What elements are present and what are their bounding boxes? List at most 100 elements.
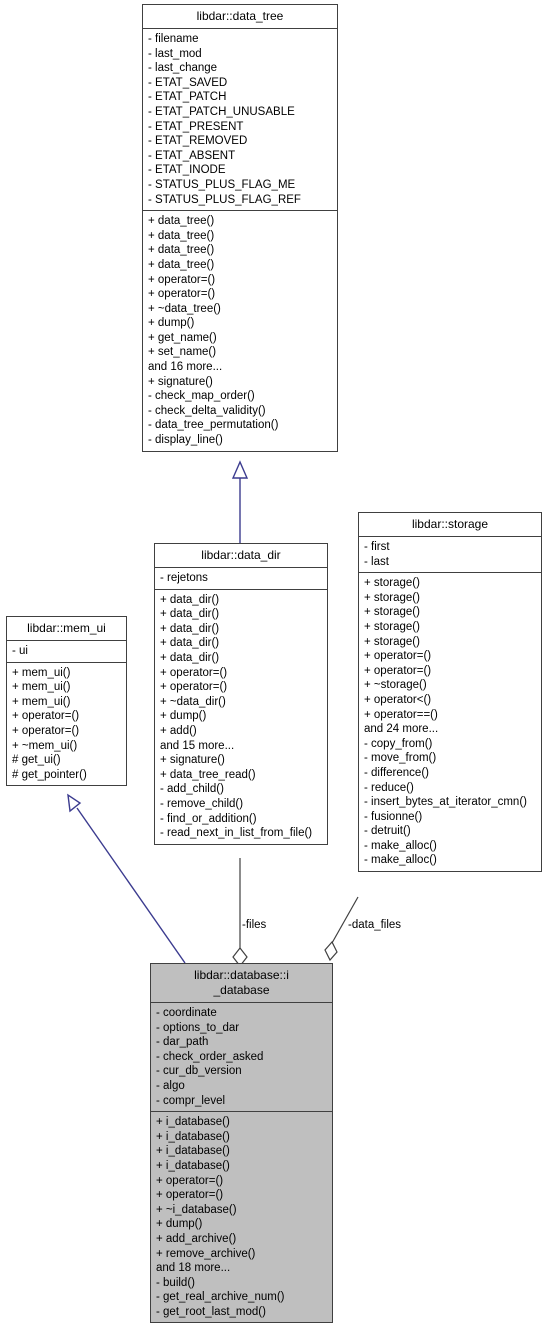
- attribute: - check_order_asked: [156, 1050, 264, 1063]
- operation: + dump(): [156, 1218, 203, 1231]
- operation: + ~data_dir(): [160, 695, 226, 708]
- class-box-i-database[interactable]: libdar::database::i _database - coordina…: [150, 963, 333, 1324]
- operation: - insert_bytes_at_iterator_cmn(): [364, 796, 527, 809]
- attribute: - last_change: [148, 62, 218, 75]
- operation: + operator=(): [160, 666, 228, 679]
- operation: + data_dir(): [160, 593, 220, 606]
- operation-more: and 24 more...: [364, 723, 439, 736]
- operation: + operator=(): [148, 288, 216, 301]
- class-title-storage: libdar::storage: [359, 513, 541, 537]
- operation: - move_from(): [364, 752, 437, 765]
- operation: + data_dir(): [160, 651, 220, 664]
- attribute: - ETAT_PRESENT: [148, 120, 244, 133]
- operation: + ~mem_ui(): [12, 739, 78, 752]
- edge-label-data-files: -data_files: [348, 919, 402, 931]
- operation-more: and 15 more...: [160, 739, 235, 752]
- operation: # get_pointer(): [12, 768, 87, 781]
- operation: - remove_child(): [160, 797, 244, 810]
- class-title-i-database: libdar::database::i _database: [151, 964, 332, 1003]
- attribute: - algo: [156, 1079, 185, 1092]
- class-attributes-storage: - first - last: [359, 537, 541, 574]
- operation: - get_real_archive_num(): [156, 1291, 285, 1304]
- class-attributes-data-tree: - filename - last_mod - last_change - ET…: [143, 29, 337, 212]
- inheritance-data_dir-to-data_tree: [231, 460, 249, 543]
- operation: + storage(): [364, 577, 420, 590]
- aggregation-files-data_dir-to-i_database: [232, 858, 248, 967]
- operation: + signature(): [160, 754, 225, 767]
- operation: + operator=(): [364, 664, 432, 677]
- operation: - add_child(): [160, 783, 224, 796]
- attribute: - ETAT_PATCH: [148, 91, 227, 104]
- operation: + i_database(): [156, 1159, 230, 1172]
- operation: + dump(): [160, 710, 207, 723]
- operation: + data_tree(): [148, 244, 215, 257]
- operation: + data_dir(): [160, 637, 220, 650]
- operation: + ~i_database(): [156, 1203, 237, 1216]
- operation: + mem_ui(): [12, 695, 71, 708]
- operation: + i_database(): [156, 1145, 230, 1158]
- operation: - build(): [156, 1276, 195, 1289]
- operation: - read_next_in_list_from_file(): [160, 827, 313, 840]
- class-attributes-i-database: - coordinate - options_to_dar - dar_path…: [151, 1003, 332, 1113]
- operation: + data_dir(): [160, 622, 220, 635]
- attribute: - options_to_dar: [156, 1021, 240, 1034]
- class-operations-mem-ui: + mem_ui() + mem_ui() + mem_ui() + opera…: [7, 663, 126, 786]
- operation: + data_tree(): [148, 258, 215, 271]
- operation: + storage(): [364, 606, 420, 619]
- class-operations-i-database: + i_database() + i_database() + i_databa…: [151, 1112, 332, 1322]
- operation: + storage(): [364, 591, 420, 604]
- attribute: - ETAT_ABSENT: [148, 149, 236, 162]
- operation: + data_dir(): [160, 608, 220, 621]
- operation-more: and 16 more...: [148, 361, 223, 374]
- class-box-storage[interactable]: libdar::storage - first - last + storage…: [358, 512, 542, 873]
- operation: + operator=(): [12, 724, 80, 737]
- attribute: - ui: [12, 645, 28, 657]
- class-operations-data-dir: + data_dir() + data_dir() + data_dir() +…: [155, 590, 327, 844]
- class-title-data-tree: libdar::data_tree: [143, 5, 337, 29]
- operation: + mem_ui(): [12, 681, 71, 694]
- attribute: - last_mod: [148, 47, 202, 60]
- class-box-data-dir[interactable]: libdar::data_dir - rejetons + data_dir()…: [154, 543, 328, 845]
- attribute: - ETAT_PATCH_UNUSABLE: [148, 105, 295, 118]
- operation: - reduce(): [364, 781, 414, 794]
- operation: + set_name(): [148, 346, 217, 359]
- operation: + ~storage(): [364, 679, 427, 692]
- operation: - make_alloc(): [364, 854, 437, 867]
- operation: + data_tree_read(): [160, 768, 256, 781]
- operation: - get_root_last_mod(): [156, 1305, 266, 1318]
- operation-more: and 18 more...: [156, 1262, 231, 1275]
- attribute: - ETAT_INODE: [148, 164, 226, 177]
- operation: - display_line(): [148, 434, 223, 447]
- class-box-data-tree[interactable]: libdar::data_tree - filename - last_mod …: [142, 4, 338, 452]
- attribute: - cur_db_version: [156, 1065, 242, 1078]
- operation: + operator<(): [364, 693, 432, 706]
- operation: + i_database(): [156, 1130, 230, 1143]
- operation: + add(): [160, 724, 197, 737]
- attribute: - filename: [148, 33, 199, 45]
- class-title-data-dir: libdar::data_dir: [155, 544, 327, 568]
- attribute: - ETAT_SAVED: [148, 76, 228, 89]
- operation: + operator=(): [364, 650, 432, 663]
- operation: - difference(): [364, 766, 429, 779]
- operation: - fusionne(): [364, 810, 423, 823]
- class-attributes-mem-ui: - ui: [7, 641, 126, 663]
- operation: + operator=(): [156, 1189, 224, 1202]
- operation: - find_or_addition(): [160, 812, 257, 825]
- operation: + operator==(): [364, 708, 438, 721]
- operation: - make_alloc(): [364, 839, 437, 852]
- operation: + dump(): [148, 317, 195, 330]
- operation: + remove_archive(): [156, 1247, 256, 1260]
- class-title-mem-ui: libdar::mem_ui: [7, 617, 126, 641]
- operation: + operator=(): [160, 681, 228, 694]
- operation: + get_name(): [148, 331, 217, 344]
- class-operations-data-tree: + data_tree() + data_tree() + data_tree(…: [143, 211, 337, 451]
- attribute: - STATUS_PLUS_FLAG_ME: [148, 178, 296, 191]
- attribute: - dar_path: [156, 1036, 209, 1049]
- attribute: - first: [364, 541, 390, 553]
- class-box-mem-ui[interactable]: libdar::mem_ui - ui + mem_ui() + mem_ui(…: [6, 616, 127, 787]
- class-attributes-data-dir: - rejetons: [155, 568, 327, 590]
- operation: + mem_ui(): [12, 666, 71, 679]
- operation: + operator=(): [148, 273, 216, 286]
- edge-label-files: -files: [242, 919, 267, 931]
- operation: - copy_from(): [364, 737, 433, 750]
